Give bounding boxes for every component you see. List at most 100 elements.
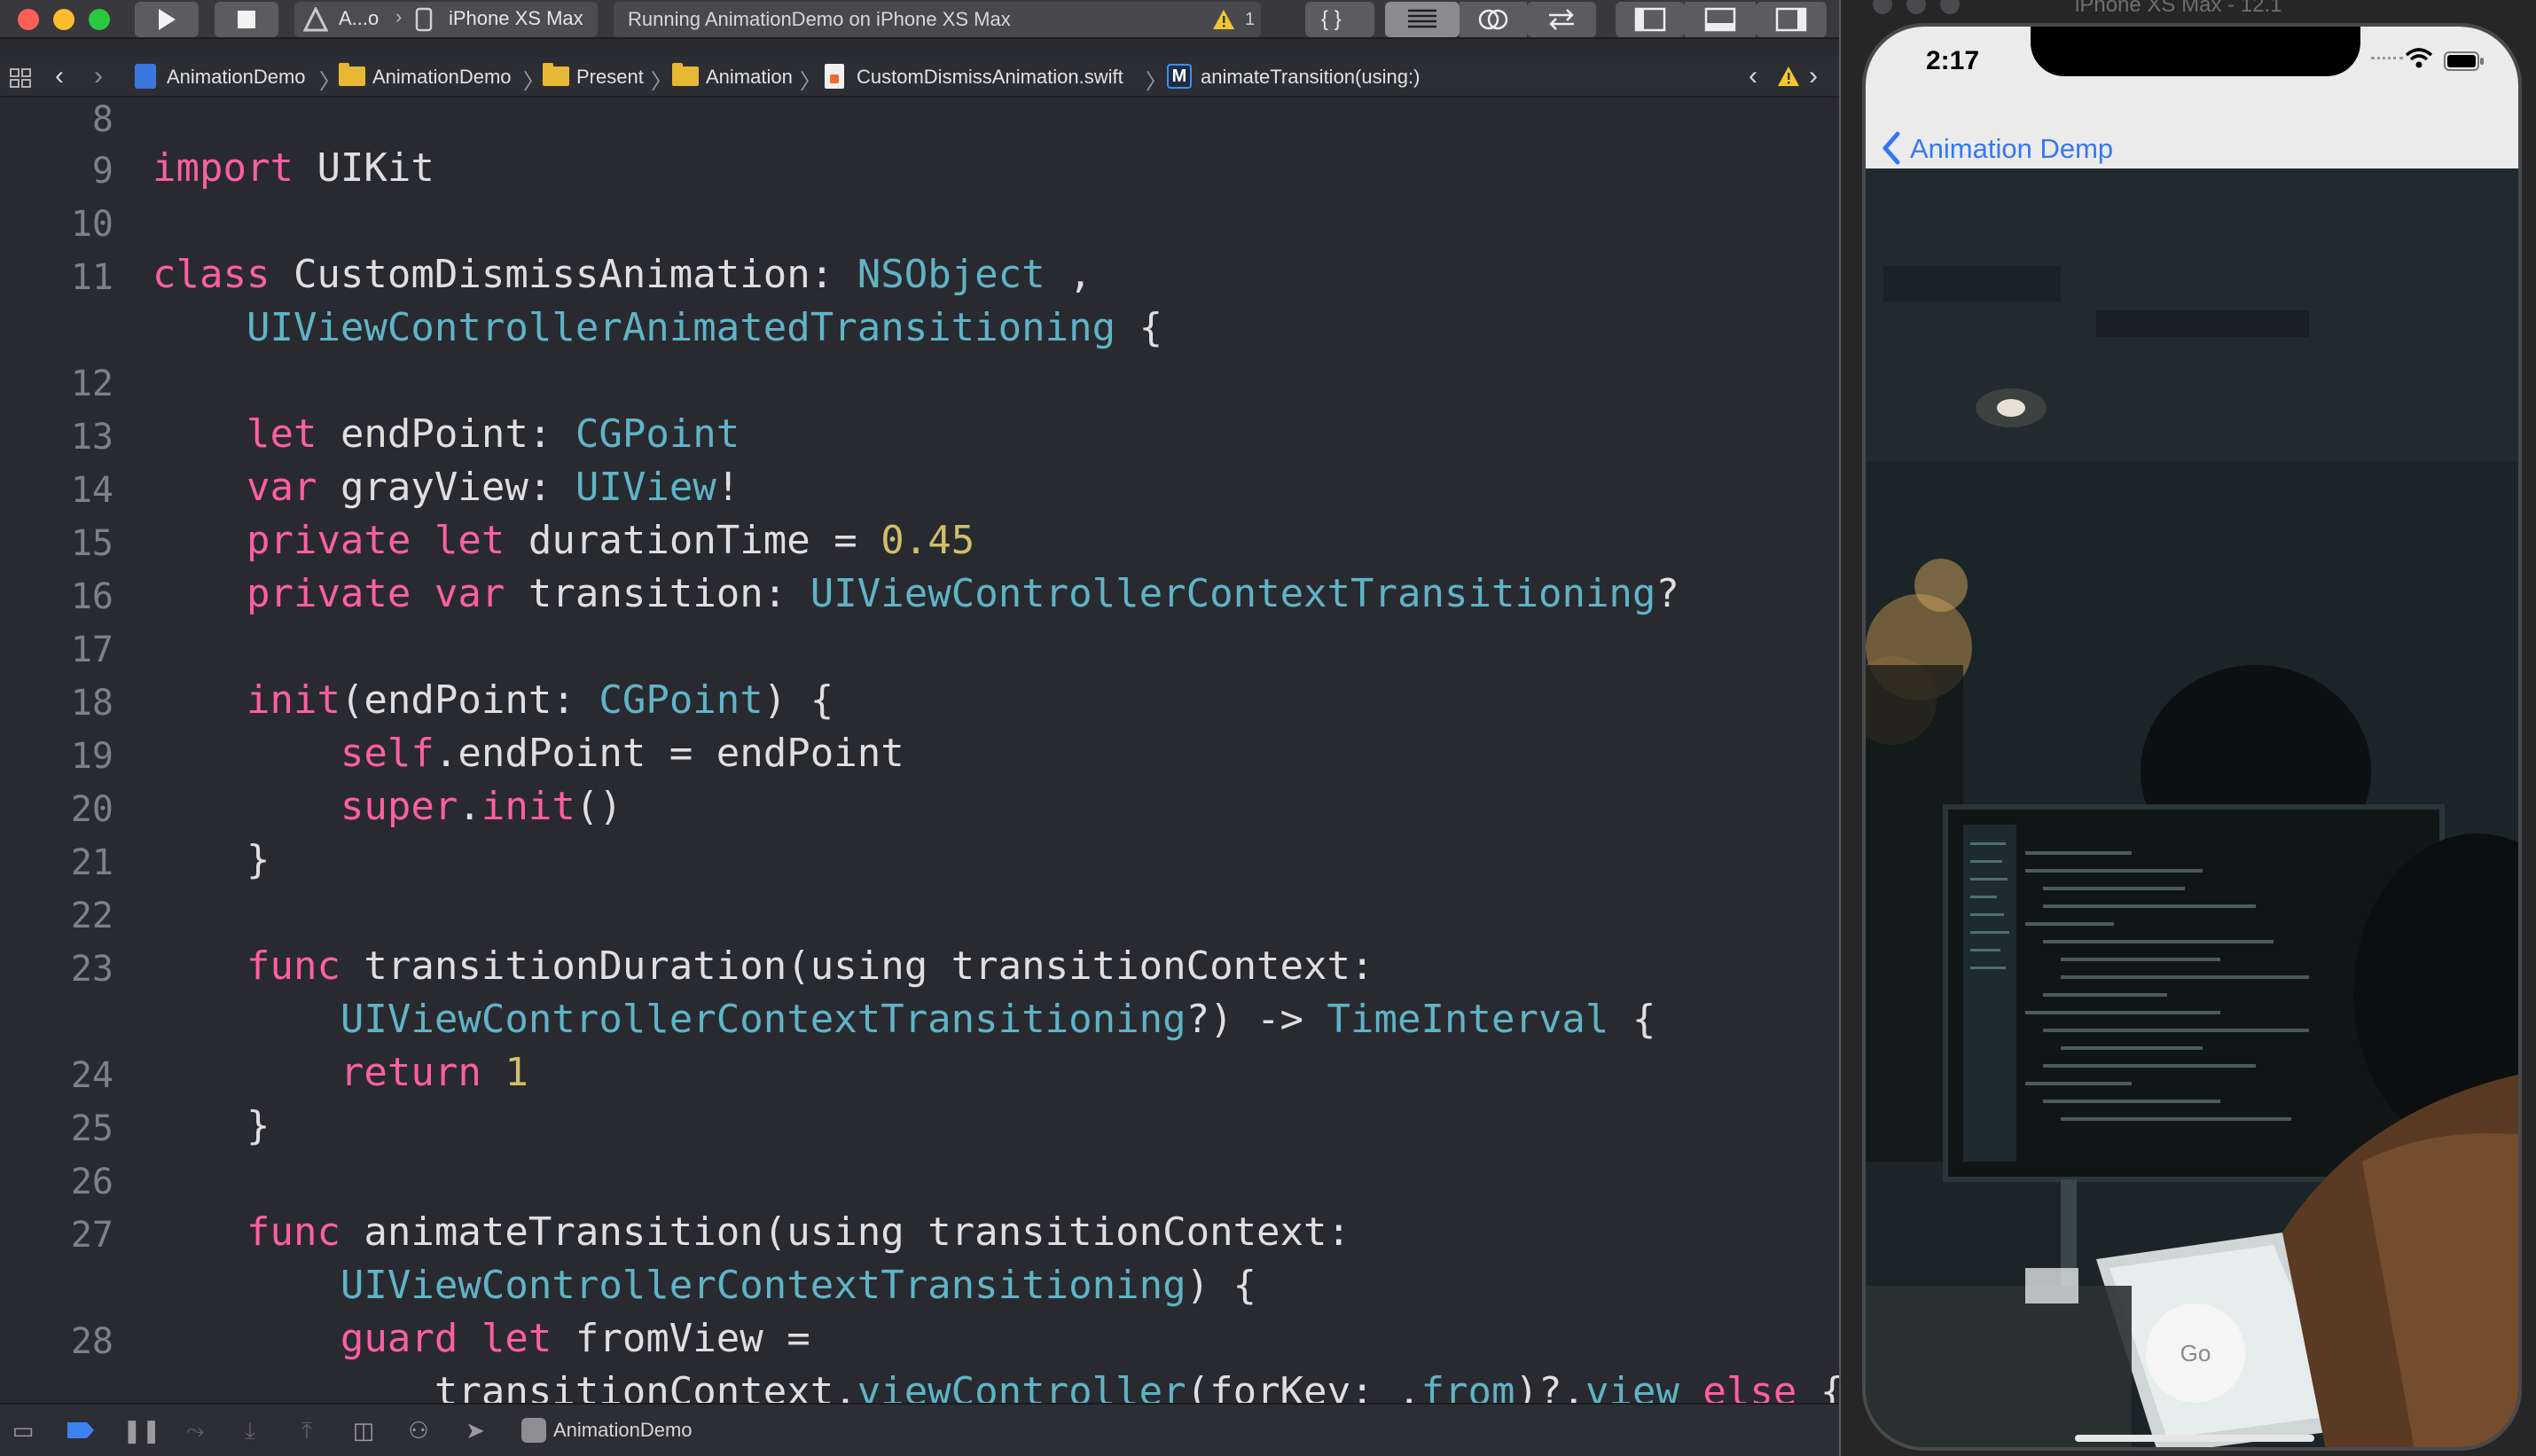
stop-icon (238, 11, 255, 28)
breadcrumb-group[interactable]: AnimationDemo (372, 66, 512, 89)
stop-button[interactable] (215, 2, 278, 37)
version-editor-button[interactable] (1527, 2, 1596, 37)
line-number: 14 (70, 470, 113, 511)
code-line[interactable]: class CustomDismissAnimation: NSObject , (153, 252, 1092, 297)
line-number: 9 (91, 151, 113, 192)
folder-icon (339, 63, 365, 86)
project-icon (135, 64, 156, 89)
memory-graph-icon[interactable]: ⚇ (404, 1417, 433, 1444)
assistant-editor-button[interactable] (1460, 2, 1527, 37)
minimize-window-button[interactable] (1906, 0, 1926, 14)
simulator-title: iPhone XS Max - 12.1 (2075, 0, 2282, 17)
code-line[interactable]: init(endPoint: CGPoint) { (153, 677, 834, 723)
warning-icon[interactable] (1777, 66, 1800, 87)
minimize-window-button[interactable] (53, 9, 74, 30)
breadcrumb-separator: 〉 (800, 70, 821, 94)
view-hierarchy-icon[interactable]: ◫ (349, 1417, 378, 1444)
line-number: 21 (70, 842, 113, 883)
code-line[interactable]: guard let fromView = (153, 1316, 810, 1361)
pause-icon[interactable]: ❚❚ (122, 1417, 161, 1444)
previous-issue-icon[interactable]: ‹ (1749, 61, 1757, 91)
breadcrumb-separator: 〉 (319, 70, 340, 94)
breadcrumb-method[interactable]: animateTransition(using:) (1201, 66, 1420, 89)
wifi-icon (2405, 48, 2433, 68)
warning-icon[interactable] (1212, 9, 1235, 30)
next-issue-icon[interactable]: › (1809, 61, 1818, 91)
code-line[interactable]: func animateTransition(using transitionC… (153, 1209, 1350, 1255)
status-time: 2:17 (1926, 46, 1980, 75)
code-line[interactable]: return 1 (153, 1050, 528, 1095)
chevron-left-icon (1882, 131, 1900, 165)
step-over-icon[interactable]: ⤳ (181, 1417, 209, 1444)
bottom-panel-icon (1704, 7, 1736, 32)
run-button[interactable] (135, 2, 199, 37)
jump-bar: ‹ › AnimationDemo 〉 AnimationDemo 〉 Pres… (0, 57, 1841, 98)
line-number: 18 (70, 683, 113, 724)
line-number: 19 (70, 736, 113, 777)
line-number: 26 (70, 1162, 113, 1202)
code-line[interactable]: UIViewControllerAnimatedTransitioning { (153, 305, 1162, 350)
code-line[interactable]: let endPoint: CGPoint (153, 411, 740, 457)
code-line[interactable]: super.init() (153, 784, 622, 829)
line-number: 28 (70, 1321, 113, 1362)
zoom-window-button[interactable] (89, 9, 110, 30)
breadcrumb-separator: 〉 (523, 70, 544, 94)
code-line[interactable]: func transitionDuration(using transition… (153, 943, 1374, 989)
breakpoints-toggle-icon[interactable] (66, 1421, 96, 1440)
code-line[interactable]: UIViewControllerContextTransitioning) { (153, 1263, 1256, 1308)
code-line[interactable]: private var transition: UIViewController… (153, 571, 1679, 616)
code-line[interactable]: private let durationTime = 0.45 (153, 518, 974, 563)
code-line[interactable]: } (153, 1103, 270, 1148)
step-into-icon[interactable]: ⤓ (236, 1417, 264, 1444)
toggle-inspector-button[interactable] (1756, 2, 1827, 37)
iphone-screen: 2:17 Animation Demp Go (1862, 23, 2522, 1451)
source-editor[interactable]: 8 9 10 11 12 13 14 15 16 17 18 19 20 21 … (0, 99, 1841, 1403)
breadcrumb-project[interactable]: AnimationDemo (167, 66, 306, 89)
code-line[interactable]: transitionContext.viewController(forKey:… (153, 1369, 1841, 1403)
breadcrumb-present[interactable]: Present (576, 66, 644, 89)
close-window-button[interactable] (1873, 0, 1892, 14)
code-line[interactable]: self.endPoint = endPoint (153, 731, 904, 776)
back-arrow-icon[interactable]: ‹ (55, 61, 64, 91)
scheme-device-selector[interactable]: A...o › iPhone XS Max (294, 2, 598, 37)
zoom-window-button[interactable] (1940, 0, 1960, 14)
breadcrumb-file[interactable]: CustomDismissAnimation.swift (857, 66, 1123, 89)
forward-arrow-icon[interactable]: › (94, 61, 103, 91)
location-icon[interactable]: ➤ (461, 1417, 489, 1444)
developer-at-monitor-photo (1866, 168, 2518, 1447)
breadcrumb-animation[interactable]: Animation (706, 66, 793, 89)
navigation-bar: 2:17 Animation Demp (1866, 27, 2518, 168)
code-line[interactable]: UIViewControllerContextTransitioning?) -… (153, 997, 1655, 1042)
debug-bar: ▭ ❚❚ ⤳ ⤓ ⤒ ◫ ⚇ ➤ AnimationDemo (0, 1403, 1841, 1456)
standard-editor-button[interactable] (1385, 2, 1460, 37)
step-out-icon[interactable]: ⤒ (293, 1417, 321, 1444)
code-line[interactable]: } (153, 837, 270, 882)
line-number: 8 (91, 99, 113, 140)
code-line[interactable]: import UIKit (153, 145, 434, 191)
library-button[interactable]: { } (1305, 2, 1374, 37)
line-number: 20 (70, 789, 113, 830)
breadcrumb-separator: 〉 (651, 70, 672, 94)
scheme-name: A...o (339, 7, 380, 29)
line-number: 11 (70, 257, 113, 298)
app-icon (303, 7, 328, 32)
app-target-icon (521, 1418, 546, 1443)
line-number: 12 (70, 364, 113, 404)
home-indicator[interactable] (2075, 1435, 2314, 1442)
code-line[interactable]: var grayView: UIView! (153, 465, 740, 510)
toggle-navigator-button[interactable] (1616, 2, 1685, 37)
device-name: iPhone XS Max (449, 7, 583, 29)
xcode-window: A...o › iPhone XS Max Running AnimationD… (0, 0, 1841, 1456)
xcode-toolbar: A...o › iPhone XS Max Running AnimationD… (0, 0, 1841, 39)
toggle-debug-area-button[interactable] (1685, 2, 1756, 37)
go-button[interactable]: Go (2146, 1303, 2245, 1403)
line-number: 27 (70, 1215, 113, 1256)
swift-file-icon (825, 64, 844, 89)
breadcrumb-separator: 〉 (1146, 70, 1167, 94)
grid-icon[interactable] (9, 67, 32, 89)
battery-icon (2444, 51, 2484, 71)
hide-debug-area-icon[interactable]: ▭ (9, 1417, 37, 1444)
close-window-button[interactable] (18, 9, 39, 30)
line-number: 23 (70, 949, 113, 990)
device-notch (2031, 27, 2360, 76)
